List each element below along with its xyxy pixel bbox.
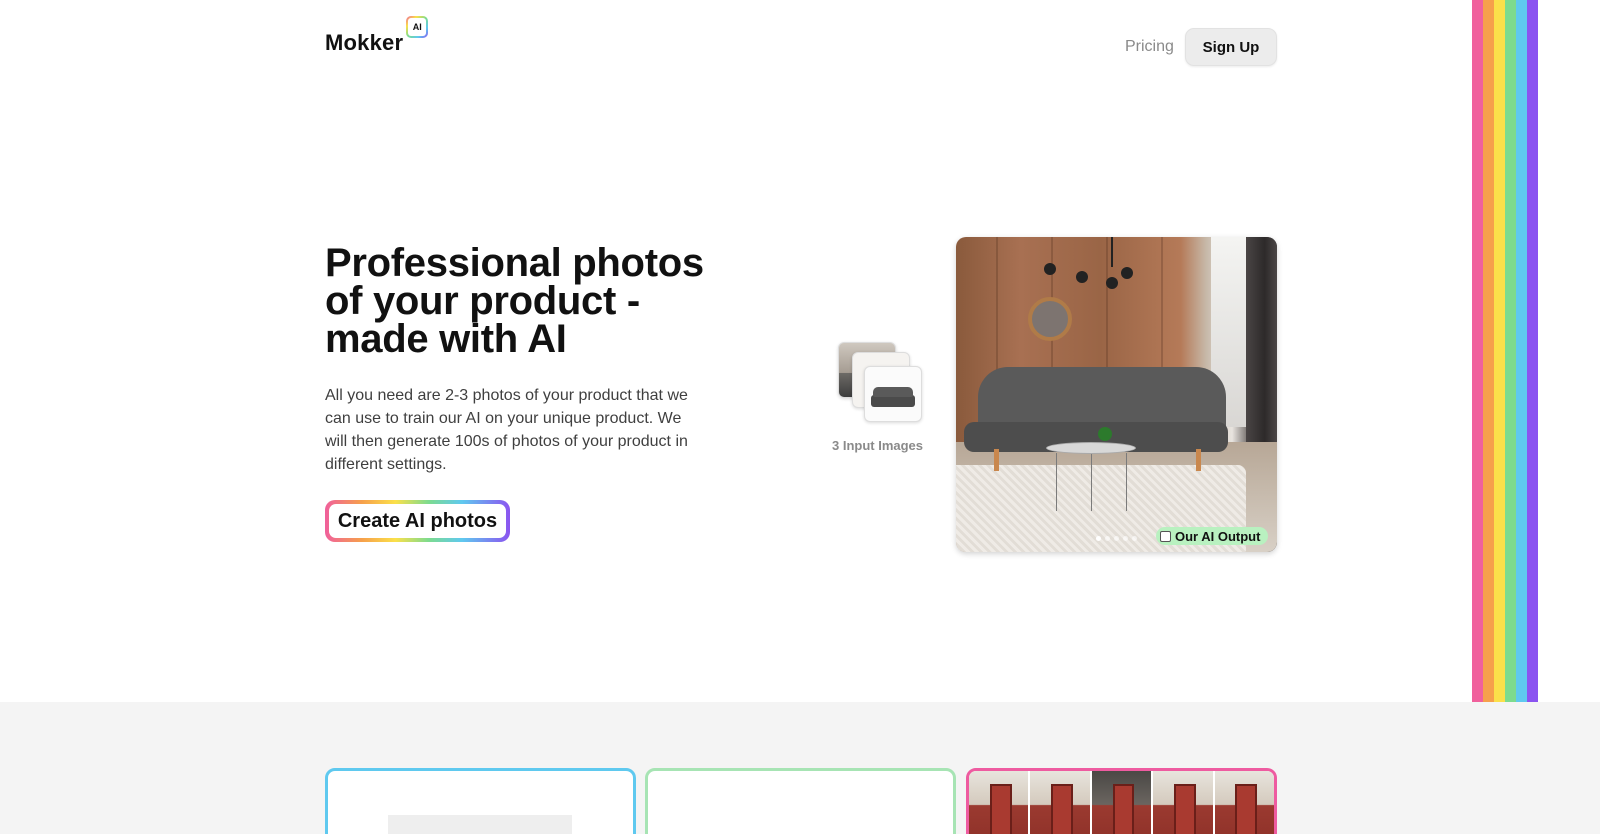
- hero-title-line-2: of your product -: [325, 279, 640, 323]
- input-images-stack: [838, 342, 922, 424]
- mokker-mini-icon: [1160, 530, 1171, 542]
- hero-title: Professional photos of your product - ma…: [325, 241, 704, 361]
- nav-pricing-link[interactable]: Pricing: [1125, 38, 1174, 56]
- feature-card: [325, 768, 636, 834]
- generated-photo: [969, 771, 1029, 834]
- hero-title-line-1: Professional photos: [325, 241, 704, 285]
- generated-photo: [1030, 771, 1090, 834]
- carousel-dot[interactable]: [1096, 536, 1101, 541]
- logo[interactable]: Mokker AI: [325, 16, 429, 55]
- round-mirror: [1028, 297, 1072, 341]
- plant: [1098, 427, 1112, 441]
- rainbow-stripe-purple: [1527, 0, 1538, 702]
- logo-ai-badge: AI: [406, 16, 429, 38]
- generated-photo: [1153, 771, 1213, 834]
- signup-button[interactable]: Sign Up: [1185, 28, 1277, 66]
- carousel-dot[interactable]: [1105, 536, 1110, 541]
- input-images-label: 3 Input Images: [832, 438, 924, 453]
- carousel-dot[interactable]: [1114, 536, 1119, 541]
- card-placeholder: [388, 815, 572, 834]
- rainbow-stripe-yellow: [1494, 0, 1505, 702]
- input-image-thumb: [864, 366, 922, 422]
- hero-title-highlight: made with AI: [325, 317, 579, 361]
- rainbow-stripes: [1472, 0, 1538, 702]
- rainbow-stripe-green: [1505, 0, 1516, 702]
- rainbow-stripe-pink: [1472, 0, 1483, 702]
- carousel-dots: [1096, 536, 1137, 541]
- rainbow-stripe-orange: [1483, 0, 1494, 702]
- pendant-lamp: [1111, 237, 1113, 267]
- carousel-dot[interactable]: [1123, 536, 1128, 541]
- generated-photo: [1091, 771, 1152, 834]
- carousel-dot[interactable]: [1132, 536, 1137, 541]
- ai-output-image[interactable]: Our AI Output: [956, 237, 1277, 552]
- generated-photo: [1214, 771, 1274, 834]
- ai-output-badge-label: Our AI Output: [1175, 528, 1261, 544]
- create-ai-photos-button[interactable]: Create AI photos: [325, 500, 510, 542]
- generated-photos-strip: [969, 771, 1274, 834]
- sofa-thumbnail: [871, 387, 915, 407]
- logo-text: Mokker: [325, 30, 404, 55]
- hero-description: All you need are 2-3 photos of your prod…: [325, 387, 688, 473]
- logo-badge-label: AI: [408, 18, 427, 36]
- feature-card: [966, 768, 1277, 834]
- feature-card: [645, 768, 956, 834]
- ai-output-badge: Our AI Output: [1156, 527, 1269, 545]
- coffee-table: [1046, 442, 1136, 454]
- create-ai-photos-label: Create AI photos: [329, 504, 506, 538]
- rainbow-stripe-blue: [1516, 0, 1527, 702]
